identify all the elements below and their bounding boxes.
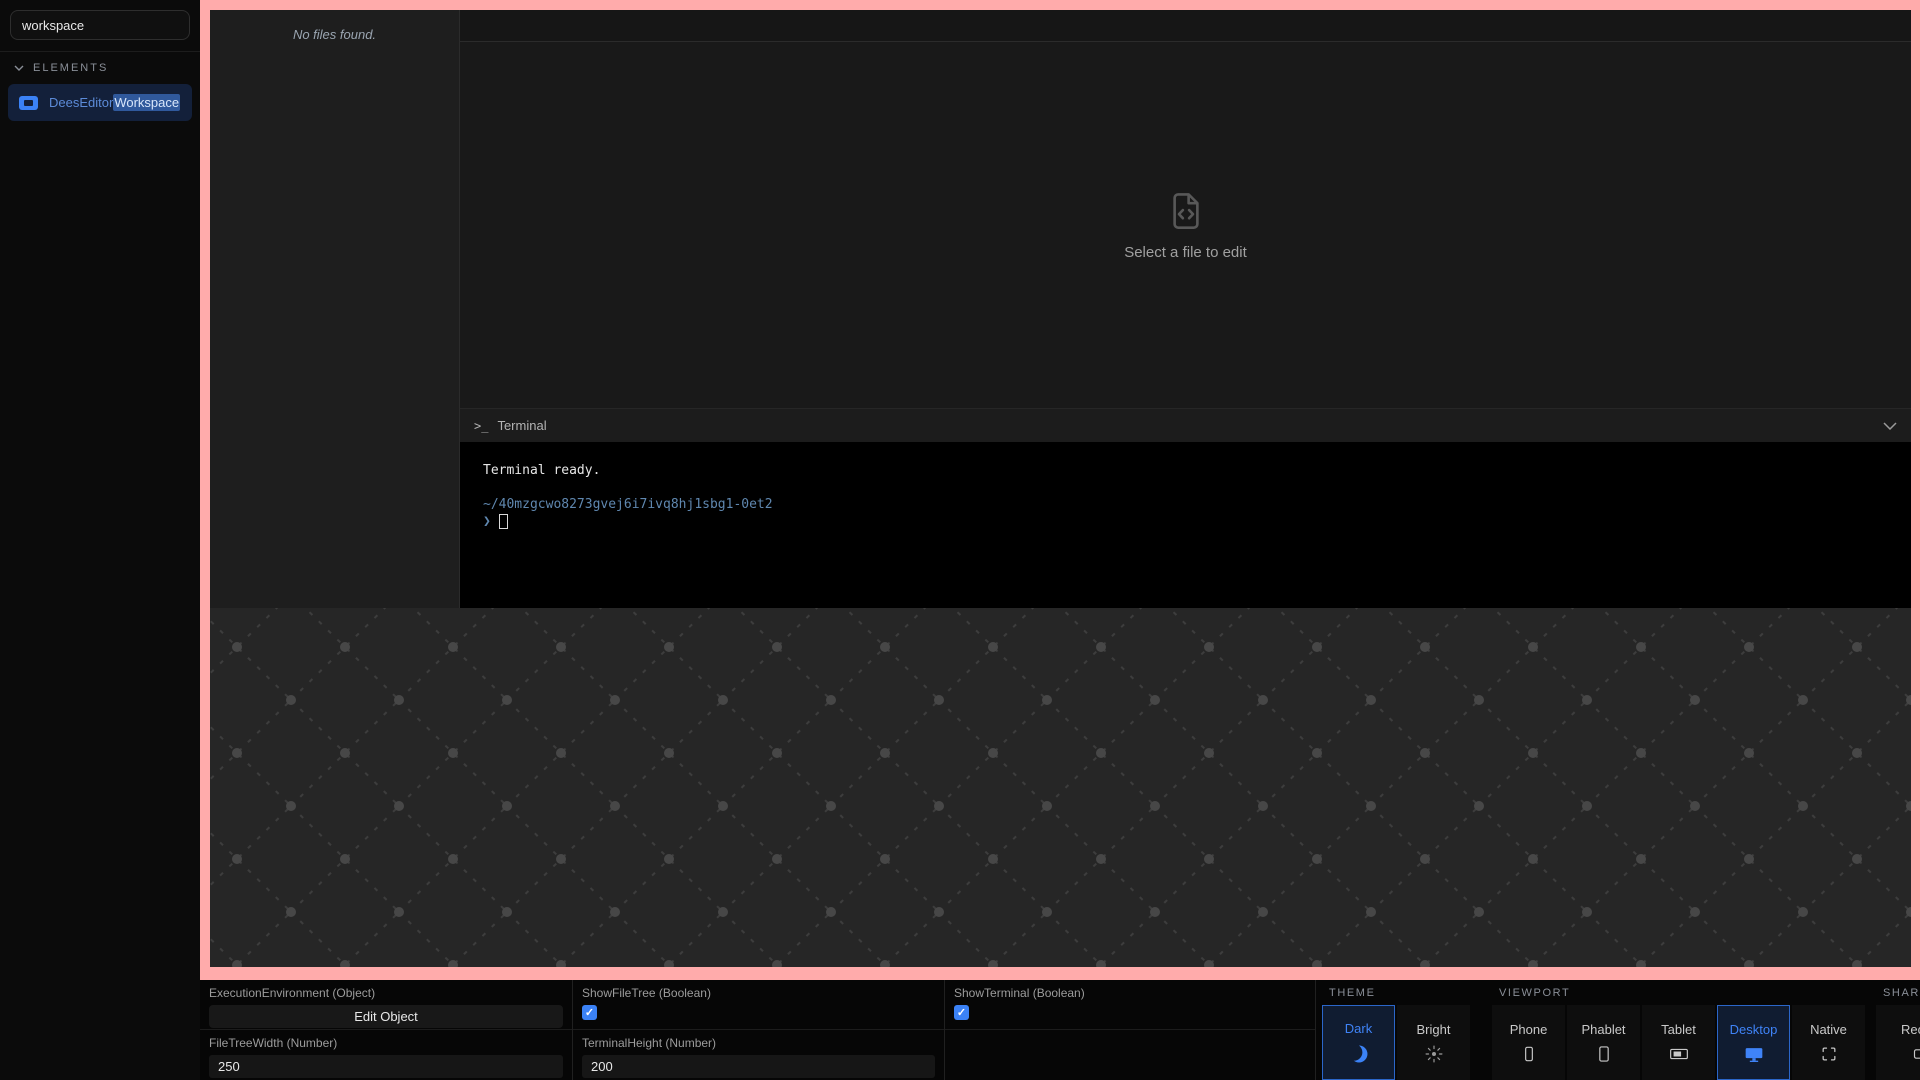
viewport-section: VIEWPORT Phone Phablet Tablet — [1492, 980, 1865, 1080]
file-tree-empty-text: No files found. — [210, 27, 459, 42]
element-label: DeesEditorWorkspace — [49, 95, 180, 110]
tile-label: Desktop — [1730, 1022, 1778, 1037]
properties-toolbar: ExecutionEnvironment (Object) Edit Objec… — [200, 980, 1920, 1080]
theme-tile-bright[interactable]: Bright — [1397, 1005, 1470, 1080]
demo-pattern-background — [210, 608, 1911, 967]
search-input[interactable] — [10, 10, 190, 40]
edit-object-button[interactable]: Edit Object — [209, 1005, 563, 1028]
share-tiles: Record — [1876, 1005, 1920, 1080]
terminal-output[interactable]: Terminal ready. ~/40mzgcwo8273gvej6i7ivq… — [460, 443, 1911, 608]
theme-tiles: Dark Bright — [1322, 1005, 1470, 1080]
tile-label: Phone — [1510, 1022, 1548, 1037]
chevron-down-icon[interactable] — [1883, 422, 1897, 430]
chevron-down-icon — [14, 65, 24, 71]
prop-show-terminal: ShowTerminal (Boolean) ✓ — [945, 980, 1315, 1030]
native-fullscreen-icon — [1819, 1044, 1839, 1064]
editor-empty-text: Select a file to edit — [1124, 244, 1247, 261]
tile-label: Bright — [1417, 1022, 1451, 1037]
editor-tab-bar — [460, 10, 1911, 42]
tile-label: Tablet — [1661, 1022, 1696, 1037]
prop-column-1: ExecutionEnvironment (Object) Edit Objec… — [200, 980, 573, 1080]
terminal-cursor — [499, 514, 508, 529]
prop-show-file-tree: ShowFileTree (Boolean) ✓ — [573, 980, 944, 1030]
editor-panel: Select a file to edit >_ Terminal Termin… — [460, 10, 1911, 608]
elements-section-header[interactable]: ELEMENTS — [0, 52, 200, 82]
file-code-icon — [1165, 190, 1207, 232]
tile-label: Phablet — [1581, 1022, 1625, 1037]
share-section: SHARE Record — [1876, 980, 1920, 1080]
prop-column-3: ShowTerminal (Boolean) ✓ — [945, 980, 1316, 1080]
tablet-icon — [1668, 1044, 1690, 1064]
dees-editor-workspace-component: No files found. Select a file to edit >_… — [210, 10, 1911, 608]
tile-label: Record — [1901, 1022, 1920, 1037]
sidebar-item-dees-editor-workspace[interactable]: DeesEditorWorkspace — [8, 84, 192, 121]
viewport-tile-tablet[interactable]: Tablet — [1642, 1005, 1715, 1080]
show-terminal-checkbox[interactable]: ✓ — [954, 1005, 969, 1020]
moon-icon — [1348, 1043, 1370, 1065]
element-label-search-match: Workspace — [113, 94, 180, 111]
prop-label: FileTreeWidth (Number) — [209, 1036, 563, 1050]
terminal-collapse-bar[interactable]: >_ Terminal — [460, 408, 1911, 443]
viewport-tile-phablet[interactable]: Phablet — [1567, 1005, 1640, 1080]
viewport-tile-native[interactable]: Native — [1792, 1005, 1865, 1080]
file-tree-width-input[interactable] — [209, 1055, 563, 1078]
prop-empty-cell — [945, 1030, 1315, 1080]
viewport-tile-desktop[interactable]: Desktop — [1717, 1005, 1790, 1080]
terminal-ready-line: Terminal ready. — [483, 462, 1888, 479]
terminal-prompt-glyph: ❯ — [483, 513, 491, 530]
tile-label: Dark — [1345, 1021, 1372, 1036]
theme-tile-dark[interactable]: Dark — [1322, 1005, 1395, 1080]
terminal-prompt-line: ❯ — [483, 513, 1888, 530]
theme-section-header: THEME — [1322, 980, 1470, 1005]
element-label-prefix: DeesEditor — [49, 95, 113, 110]
sun-icon — [1424, 1044, 1444, 1064]
phablet-icon — [1594, 1044, 1614, 1064]
demo-highlight-frame: No files found. Select a file to edit >_… — [200, 0, 1920, 980]
theme-section: THEME Dark Bright — [1322, 980, 1470, 1080]
video-camera-icon — [1911, 1044, 1920, 1064]
terminal-blank-line — [483, 479, 1888, 496]
share-tile-record[interactable]: Record — [1876, 1005, 1920, 1080]
viewport-tiles: Phone Phablet Tablet Desktop — [1492, 1005, 1865, 1080]
prop-column-2: ShowFileTree (Boolean) ✓ TerminalHeight … — [573, 980, 945, 1080]
prop-terminal-height: TerminalHeight (Number) — [573, 1030, 944, 1080]
tile-label: Native — [1810, 1022, 1847, 1037]
editor-empty-state: Select a file to edit — [460, 42, 1911, 408]
prop-label: ExecutionEnvironment (Object) — [209, 986, 563, 1000]
terminal-height-input[interactable] — [582, 1055, 935, 1078]
elements-section-label: ELEMENTS — [33, 62, 108, 74]
diamond-lattice-pattern — [210, 608, 1911, 967]
desktop-icon — [1743, 1044, 1765, 1064]
prop-label: ShowTerminal (Boolean) — [954, 986, 1306, 1000]
prop-label: TerminalHeight (Number) — [582, 1036, 935, 1050]
prop-file-tree-width: FileTreeWidth (Number) — [200, 1030, 572, 1080]
terminal-prompt-icon: >_ — [474, 419, 488, 433]
viewport-tile-phone[interactable]: Phone — [1492, 1005, 1565, 1080]
prop-execution-environment: ExecutionEnvironment (Object) Edit Objec… — [200, 980, 572, 1030]
viewport-section-header: VIEWPORT — [1492, 980, 1865, 1005]
element-card-icon — [19, 96, 38, 110]
element-catalog-sidebar: ELEMENTS DeesEditorWorkspace — [0, 0, 200, 1080]
prop-label: ShowFileTree (Boolean) — [582, 986, 935, 1000]
terminal-title: Terminal — [497, 418, 546, 433]
terminal-cwd-line: ~/40mzgcwo8273gvej6i7ivq8hj1sbg1-0et2 — [483, 496, 1888, 513]
component-preview: No files found. Select a file to edit >_… — [210, 10, 1911, 967]
share-section-header: SHARE — [1876, 980, 1920, 1005]
file-tree-panel: No files found. — [210, 10, 460, 608]
show-file-tree-checkbox[interactable]: ✓ — [582, 1005, 597, 1020]
phone-icon — [1519, 1044, 1539, 1064]
